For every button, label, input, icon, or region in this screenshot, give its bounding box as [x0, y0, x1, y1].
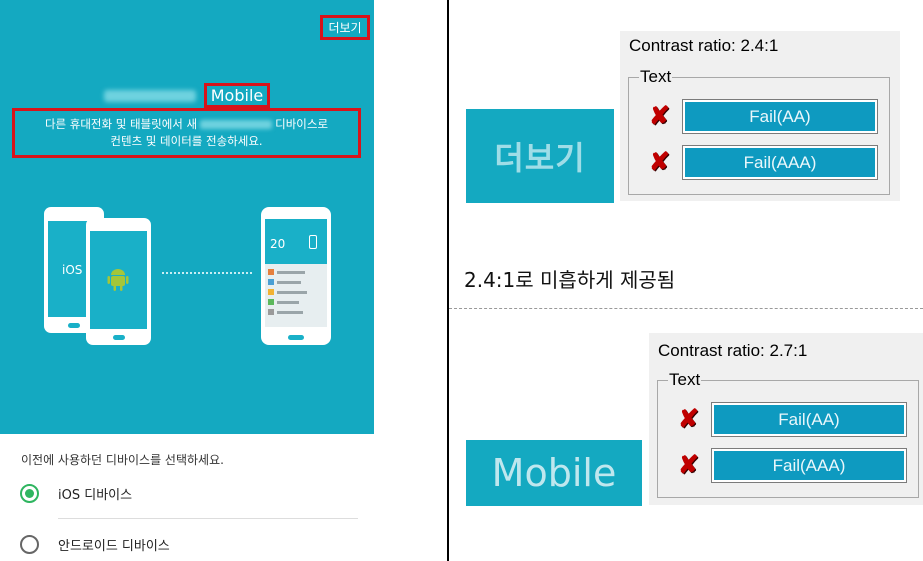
- contrast-ratio-label: Contrast ratio: 2.4:1: [629, 36, 779, 55]
- ios-label: iOS: [62, 263, 83, 277]
- sample-text: Mobile: [491, 451, 617, 495]
- fail-aa-badge: Fail(AA): [682, 99, 878, 134]
- transfer-illustration: iOS 20: [0, 190, 374, 350]
- option-android-device[interactable]: 안드로이드 디바이스: [20, 535, 170, 554]
- phone-header-area: 더보기 Mobile 다른 휴대전화 및 태블릿에서 새 디바이스로 컨텐츠 및 …: [0, 0, 374, 434]
- sample-text: 더보기: [494, 139, 586, 177]
- text-group: Text ✘ Fail(AA) ✘ Fail(AAA): [657, 370, 919, 498]
- description-line2: 컨텐츠 및 데이터를 전송하세요.: [110, 134, 263, 148]
- app-title: Mobile: [0, 83, 374, 108]
- transfer-dots: [162, 272, 252, 274]
- sample-swatch-2: Mobile: [466, 440, 642, 506]
- option-ios-device[interactable]: iOS 디바이스: [20, 484, 132, 503]
- fail-x-icon: ✘: [678, 405, 699, 433]
- device-screen: 20: [265, 219, 327, 327]
- new-galaxy-device-icon: 20: [261, 207, 331, 345]
- device-select-prompt: 이전에 사용하던 디바이스를 선택하세요.: [21, 453, 224, 467]
- option-label: iOS 디바이스: [58, 488, 133, 503]
- screen-temp: 20: [270, 237, 286, 251]
- option-label: 안드로이드 디바이스: [58, 539, 170, 554]
- horizontal-dashed-divider: [449, 308, 923, 309]
- radio-checked-icon[interactable]: [20, 484, 39, 503]
- fail-x-icon: ✘: [678, 451, 699, 479]
- radio-unchecked-icon[interactable]: [20, 535, 39, 554]
- phone-screenshot: 더보기 Mobile 다른 휴대전화 및 태블릿에서 새 디바이스로 컨텐츠 및 …: [0, 0, 374, 561]
- contrast-panel-1: Contrast ratio: 2.4:1 Text ✘ Fail(AA) ✘ …: [620, 31, 900, 201]
- fail-x-icon: ✘: [649, 148, 670, 176]
- title-mobile-word: Mobile: [203, 83, 271, 108]
- group-label: Text: [639, 67, 673, 87]
- more-button[interactable]: 더보기: [320, 15, 370, 40]
- option-divider: [58, 518, 358, 519]
- contrast-panel-2: Contrast ratio: 2.7:1 Text ✘ Fail(AA) ✘ …: [649, 333, 923, 505]
- sample-swatch-1: 더보기: [466, 109, 614, 203]
- android-icon: [107, 269, 129, 291]
- fail-x-icon: ✘: [649, 102, 670, 130]
- android-device-icon: [86, 218, 151, 345]
- description-line1-b: 디바이스로: [275, 117, 329, 131]
- fail-aaa-badge: Fail(AAA): [682, 145, 878, 180]
- contrast-ratio-label: Contrast ratio: 2.7:1: [658, 341, 808, 360]
- fail-aa-badge: Fail(AA): [711, 402, 907, 437]
- description-text: 다른 휴대전화 및 태블릿에서 새 디바이스로 컨텐츠 및 데이터를 전송하세요.: [12, 108, 361, 158]
- blurred-app-name-inline: [200, 120, 273, 129]
- contrast-note: 2.4:1로 미흡하게 제공됨: [464, 268, 676, 292]
- group-label: Text: [668, 370, 702, 390]
- description-line1-a: 다른 휴대전화 및 태블릿에서 새: [44, 117, 198, 131]
- fail-aaa-badge: Fail(AAA): [711, 448, 907, 483]
- vertical-divider: [447, 0, 449, 561]
- blurred-app-name: [103, 89, 196, 102]
- text-group: Text ✘ Fail(AA) ✘ Fail(AAA): [628, 67, 890, 195]
